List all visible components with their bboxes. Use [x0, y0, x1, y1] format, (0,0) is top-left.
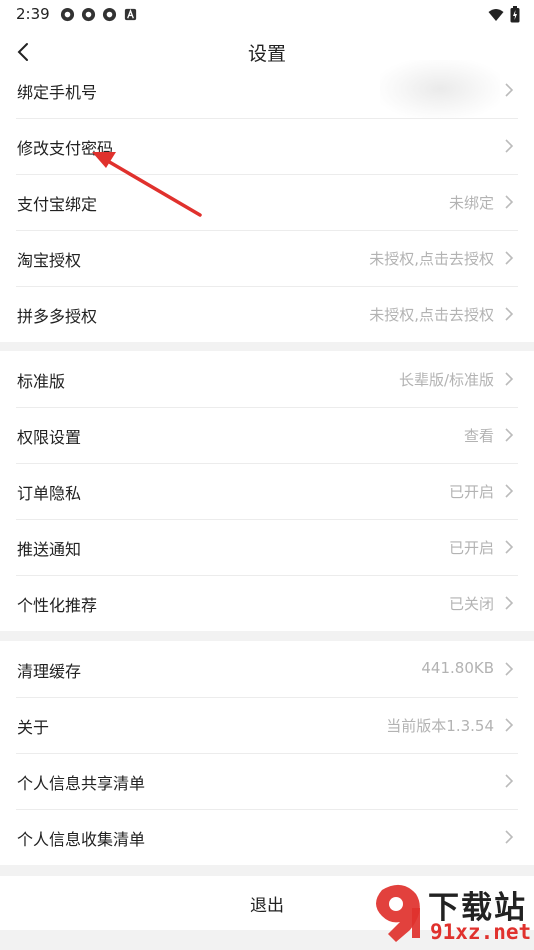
chevron-right-icon — [505, 662, 514, 676]
row-label: 订单隐私 — [17, 484, 82, 503]
status-bar: 2:39 — [0, 0, 534, 30]
settings-row-order-privacy[interactable]: 订单隐私 已开启 — [0, 463, 534, 519]
row-label: 关于 — [17, 718, 50, 737]
row-label: 绑定手机号 — [17, 83, 98, 102]
row-label: 标准版 — [17, 372, 66, 391]
row-label: 推送通知 — [17, 540, 82, 559]
chevron-right-icon — [505, 774, 514, 788]
row-label: 个性化推荐 — [17, 596, 98, 615]
row-label: 权限设置 — [17, 428, 82, 447]
chevron-right-icon — [505, 251, 514, 265]
row-label: 拼多多授权 — [17, 307, 98, 326]
watermark-url: 91xz.net — [430, 920, 532, 944]
row-value: 未授权,点击去授权 — [369, 250, 494, 268]
settings-row-pinduoduo-auth[interactable]: 拼多多授权 未授权,点击去授权 — [0, 286, 534, 342]
chevron-right-icon — [505, 195, 514, 209]
settings-row-personalized-recommend[interactable]: 个性化推荐 已关闭 — [0, 575, 534, 631]
a-notification-icon — [124, 8, 137, 21]
row-label: 清理缓存 — [17, 662, 82, 681]
chevron-right-icon — [505, 139, 514, 153]
row-value: 未绑定 — [448, 194, 494, 212]
info-group: 清理缓存 441.80KB 关于 当前版本1.3.54 个人信息共享清单 个人信… — [0, 641, 534, 865]
settings-row-taobao-auth[interactable]: 淘宝授权 未授权,点击去授权 — [0, 230, 534, 286]
chevron-right-icon — [505, 596, 514, 610]
chevron-right-icon — [505, 830, 514, 844]
row-value: 已开启 — [448, 539, 494, 557]
settings-row-alipay-bind[interactable]: 支付宝绑定 未绑定 — [0, 174, 534, 230]
row-label: 个人信息收集清单 — [17, 830, 146, 849]
row-value: 查看 — [463, 427, 494, 445]
chevron-right-icon — [505, 428, 514, 442]
app-notification-icon — [81, 7, 96, 22]
watermark: 下载站 91xz.net — [362, 880, 532, 946]
row-value: 当前版本1.3.54 — [386, 717, 494, 735]
watermark-logo-icon — [376, 884, 420, 942]
status-notification-icons — [60, 7, 138, 22]
app-notification-icon — [60, 7, 75, 22]
row-value: 长辈版/标准版 — [398, 371, 494, 389]
chevron-right-icon — [505, 307, 514, 321]
settings-row-permissions[interactable]: 权限设置 查看 — [0, 407, 534, 463]
app-notification-icon — [102, 7, 117, 22]
status-time: 2:39 — [16, 5, 50, 23]
chevron-right-icon — [505, 540, 514, 554]
settings-row-info-collection-list[interactable]: 个人信息收集清单 — [0, 809, 534, 865]
settings-row-info-sharing-list[interactable]: 个人信息共享清单 — [0, 753, 534, 809]
chevron-right-icon — [505, 83, 514, 97]
row-value: 已开启 — [448, 483, 494, 501]
row-label: 淘宝授权 — [17, 251, 82, 270]
settings-row-change-pay-password[interactable]: 修改支付密码 — [0, 118, 534, 174]
chevron-right-icon — [505, 372, 514, 386]
settings-row-push-notifications[interactable]: 推送通知 已开启 — [0, 519, 534, 575]
settings-row-about[interactable]: 关于 当前版本1.3.54 — [0, 697, 534, 753]
chevron-right-icon — [505, 718, 514, 732]
row-value: 已关闭 — [448, 595, 494, 613]
row-value: 未授权,点击去授权 — [369, 306, 494, 324]
settings-row-clear-cache[interactable]: 清理缓存 441.80KB — [0, 641, 534, 697]
settings-row-bind-phone[interactable]: 绑定手机号 — [0, 62, 534, 118]
status-system-icons — [488, 6, 520, 23]
account-settings-group: 绑定手机号 修改支付密码 支付宝绑定 未绑定 淘宝授权 未授权,点击去授权 拼多… — [0, 62, 534, 342]
battery-icon — [510, 6, 520, 23]
settings-row-edition[interactable]: 标准版 长辈版/标准版 — [0, 351, 534, 407]
chevron-right-icon — [505, 484, 514, 498]
row-label: 修改支付密码 — [17, 139, 114, 158]
wifi-icon — [488, 8, 504, 21]
row-label: 个人信息共享清单 — [17, 774, 146, 793]
row-value: 441.80KB — [421, 659, 494, 677]
preferences-group: 标准版 长辈版/标准版 权限设置 查看 订单隐私 已开启 推送通知 已开启 个性… — [0, 351, 534, 631]
row-label: 支付宝绑定 — [17, 195, 98, 214]
